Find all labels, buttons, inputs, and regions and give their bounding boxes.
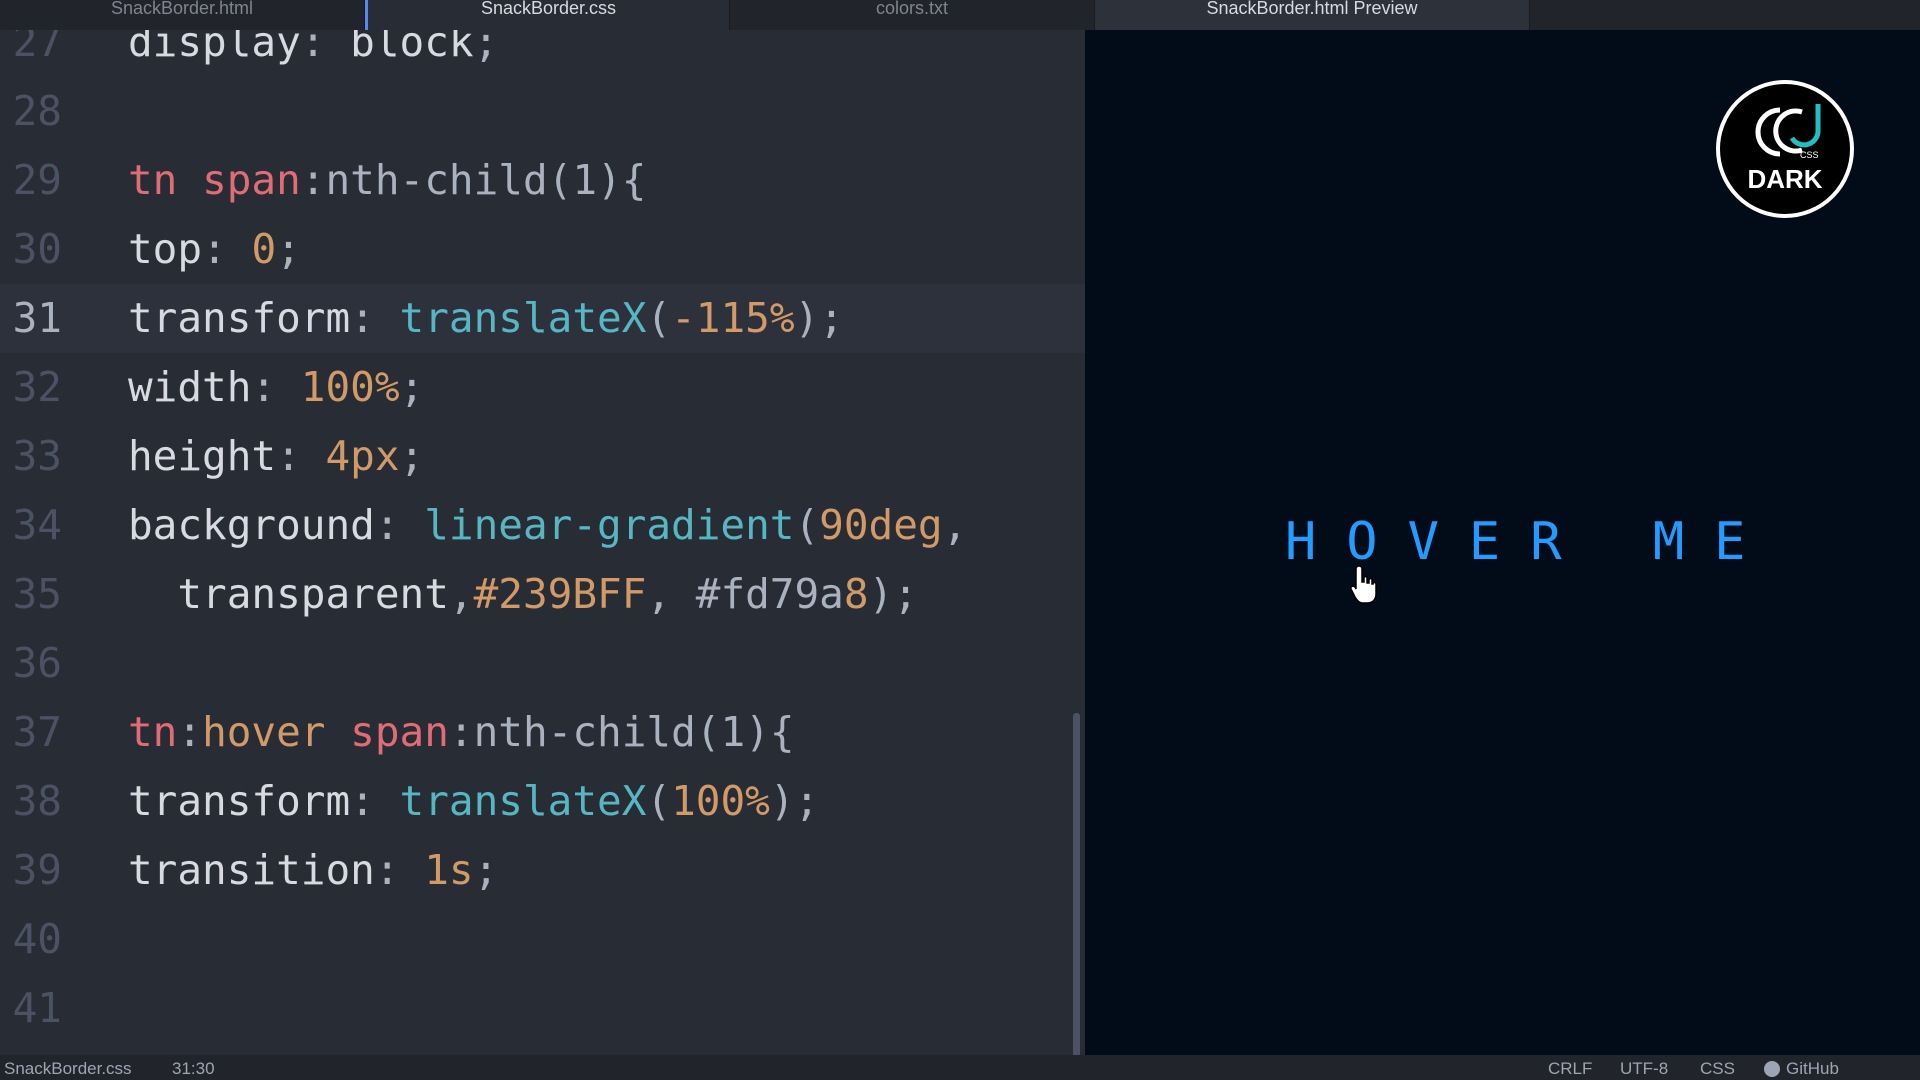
code-line[interactable]: 27 display: block; — [0, 30, 1085, 77]
line-number: 31 — [12, 294, 62, 342]
code-line[interactable]: 35 transparent,#239BFF, #fd79a8); — [0, 560, 1085, 629]
tab-preview[interactable]: SnackBorder.html Preview — [1095, 0, 1530, 30]
code-line[interactable]: 28 — [0, 77, 1085, 146]
hover-me-button[interactable]: HOVER ME — [1285, 512, 1775, 572]
logo-small-text: CSS — [1800, 150, 1819, 160]
line-number: 37 — [12, 708, 62, 756]
line-code: transform: translateX(100%); — [128, 777, 820, 825]
code-editor[interactable]: 27 display: block; 28 29 tn span:nth-child(1… — [0, 30, 1085, 1055]
line-number: 27 — [12, 30, 62, 66]
status-grammar[interactable]: CSS — [1700, 1059, 1735, 1079]
code-line[interactable]: 30 top: 0; — [0, 215, 1085, 284]
code-line[interactable]: 32 width: 100%; — [0, 353, 1085, 422]
line-code: height: 4px; — [128, 432, 425, 480]
tab-snackborder-html[interactable]: SnackBorder.html — [0, 0, 365, 30]
line-code: top: 0; — [128, 225, 301, 273]
line-number: 34 — [12, 501, 62, 549]
line-code: transform: translateX(-115%); — [128, 294, 844, 342]
status-cursor-position[interactable]: 31:30 — [172, 1059, 215, 1079]
line-number: 41 — [12, 984, 62, 1032]
channel-logo: CSS DARK — [1716, 80, 1854, 218]
line-number: 39 — [12, 846, 62, 894]
status-encoding[interactable]: UTF-8 — [1620, 1059, 1668, 1079]
line-number: 36 — [12, 639, 62, 687]
status-line-ending[interactable]: CRLF — [1548, 1059, 1592, 1079]
code-line[interactable]: 36 — [0, 629, 1085, 698]
hand-cursor-icon — [1350, 565, 1377, 604]
tab-snackborder-css[interactable]: SnackBorder.css — [365, 0, 730, 30]
line-number: 28 — [12, 87, 62, 135]
line-code: background: linear-gradient(90deg, — [128, 501, 968, 549]
line-number: 40 — [12, 915, 62, 963]
status-file[interactable]: SnackBorder.css — [4, 1059, 132, 1079]
line-number: 30 — [12, 225, 62, 273]
preview-pane: CSS DARK HOVER ME — [1085, 30, 1920, 1055]
line-number: 32 — [12, 363, 62, 411]
tab-colors-txt[interactable]: colors.txt — [730, 0, 1095, 30]
line-code: width: 100%; — [128, 363, 425, 411]
github-icon — [1764, 1061, 1780, 1077]
status-github[interactable]: GitHub — [1764, 1059, 1839, 1079]
vertical-scrollbar[interactable] — [1073, 713, 1080, 1055]
line-number: 38 — [12, 777, 62, 825]
code-line[interactable]: 41 — [0, 974, 1085, 1043]
code-line[interactable]: 31 transform: translateX(-115%); — [0, 284, 1085, 353]
tab-label: SnackBorder.html — [110, 0, 254, 18]
line-code: display: block; — [128, 30, 499, 66]
line-code: tn span:nth-child(1){ — [128, 156, 647, 204]
code-line[interactable]: 40 — [0, 905, 1085, 974]
line-number: 29 — [12, 156, 62, 204]
tab-bar: SnackBorder.html SnackBorder.css colors.… — [0, 0, 1920, 30]
code-line[interactable]: 29 tn span:nth-child(1){ — [0, 146, 1085, 215]
tab-label: SnackBorder.css — [480, 0, 617, 18]
code-line[interactable]: 37 tn:hover span:nth-child(1){ — [0, 698, 1085, 767]
code-line[interactable]: 39 transition: 1s; — [0, 836, 1085, 905]
status-github-label: GitHub — [1786, 1059, 1839, 1078]
line-number: 35 — [12, 570, 62, 618]
status-bar: SnackBorder.css 31:30 CRLF UTF-8 CSS Git… — [0, 1055, 1920, 1080]
css-dark-logo-icon: CSS — [1755, 104, 1821, 160]
logo-text: DARK — [1747, 164, 1823, 194]
code-line[interactable]: 34 background: linear-gradient(90deg, — [0, 491, 1085, 560]
tab-label: colors.txt — [875, 0, 949, 18]
code-line[interactable]: 33 height: 4px; — [0, 422, 1085, 491]
tab-label: SnackBorder.html Preview — [1206, 0, 1418, 18]
code-line[interactable]: 38 transform: translateX(100%); — [0, 767, 1085, 836]
line-code: transition: 1s; — [128, 846, 499, 894]
line-code: tn:hover span:nth-child(1){ — [128, 708, 795, 756]
line-number: 33 — [12, 432, 62, 480]
line-code: transparent,#239BFF, #fd79a8); — [177, 570, 918, 618]
